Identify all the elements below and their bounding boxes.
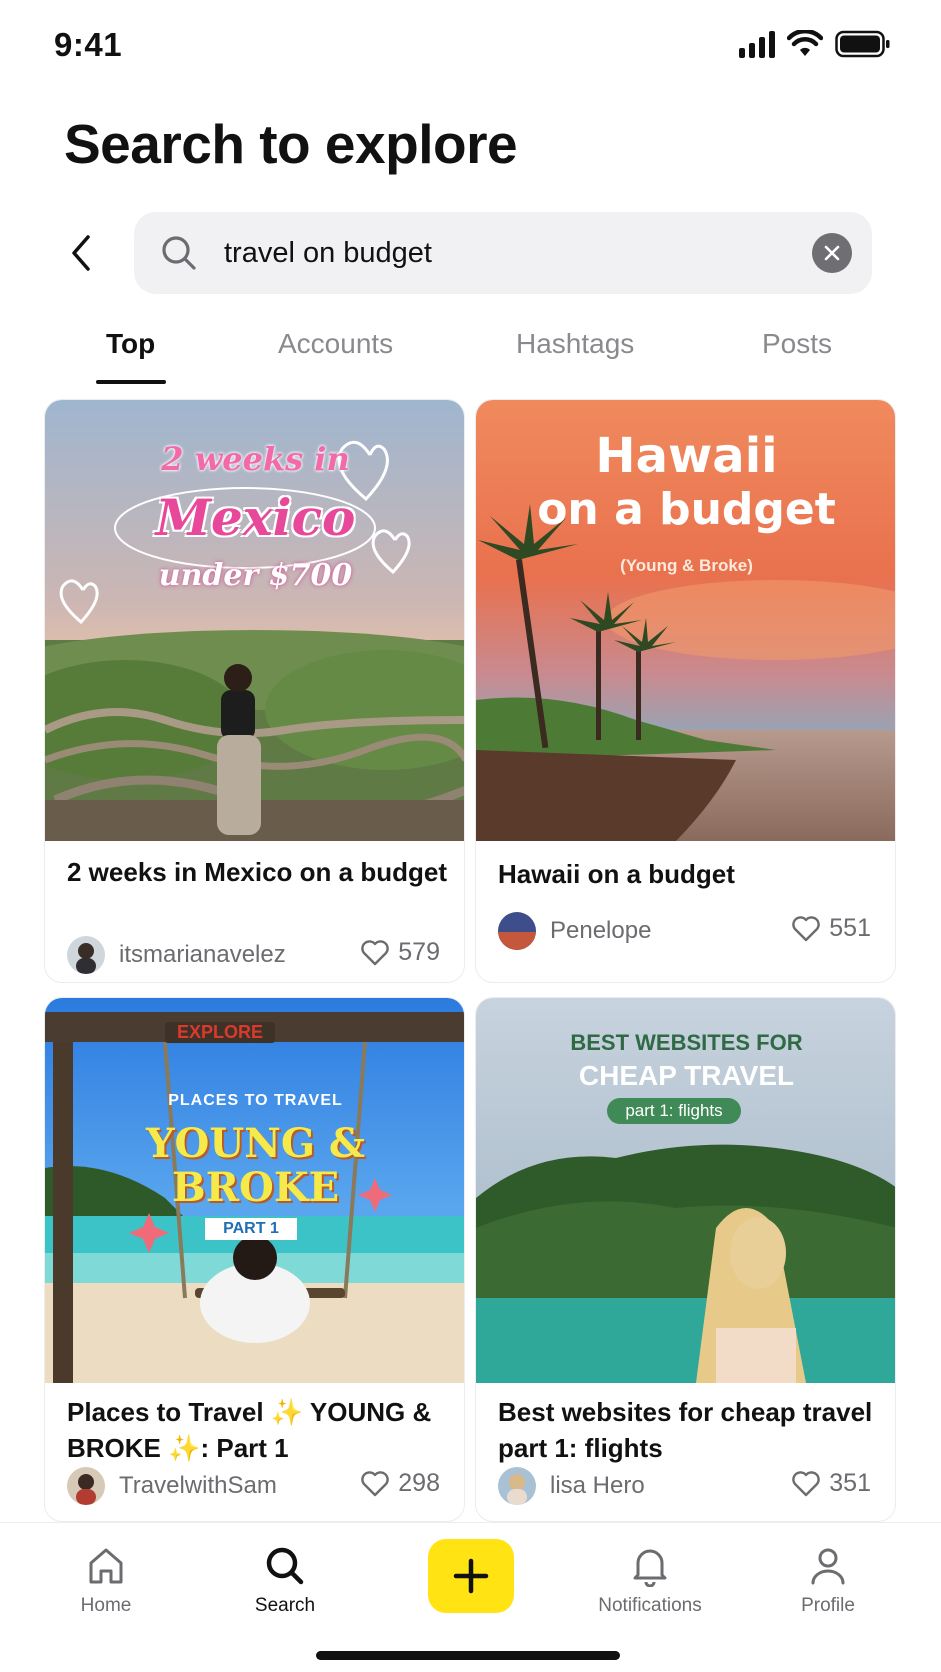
avatar <box>67 1467 105 1505</box>
thumbnail-badge: part 1: flights <box>607 1098 741 1124</box>
likes-count: 298 <box>398 1469 440 1497</box>
search-box[interactable] <box>134 212 872 294</box>
thumbnail-text: YOUNG & <box>145 1120 366 1167</box>
thumbnail-text: EXPLORE <box>165 1022 275 1043</box>
post-thumbnail: EXPLORE PLACES TO TRAVEL YOUNG & BROKE P… <box>45 998 464 1383</box>
post-title: Best websites for cheap travel part 1: f… <box>498 1397 873 1463</box>
clear-search-button[interactable] <box>812 233 852 273</box>
post-title: Hawaii on a budget <box>498 859 735 889</box>
author-name: itsmarianavelez <box>119 941 286 968</box>
nav-notifications[interactable]: Notifications <box>580 1545 720 1617</box>
thumbnail-text: (Young & Broke) <box>620 556 753 575</box>
search-icon <box>162 236 196 270</box>
likes-count: 579 <box>398 938 440 966</box>
nav-label: Notifications <box>598 1595 702 1616</box>
like-button[interactable]: 551 <box>791 914 871 943</box>
cellular-signal-icon <box>739 30 775 58</box>
post-author[interactable]: Penelope <box>498 912 651 950</box>
thumbnail-text: under $700 <box>158 558 353 593</box>
post-author[interactable]: itsmarianavelez <box>67 936 286 974</box>
author-name: lisa Hero <box>550 1472 645 1499</box>
home-indicator <box>316 1651 620 1660</box>
heart-icon <box>361 939 390 965</box>
wifi-icon <box>787 30 823 56</box>
heart-icon <box>792 915 821 941</box>
thumbnail-badge: PART 1 <box>205 1218 297 1240</box>
avatar <box>67 936 105 974</box>
page-title: Search to explore <box>64 113 518 175</box>
post-card[interactable]: BEST WEBSITES FOR CHEAP TRAVEL part 1: f… <box>475 997 896 1522</box>
person-icon <box>811 1548 845 1585</box>
tab-accounts[interactable]: Accounts <box>278 328 393 360</box>
post-card[interactable]: EXPLORE PLACES TO TRAVEL YOUNG & BROKE P… <box>44 997 465 1522</box>
post-author[interactable]: lisa Hero <box>498 1467 645 1505</box>
thumbnail-text: on a budget <box>537 484 836 535</box>
bell-icon <box>633 1549 667 1587</box>
author-name: Penelope <box>550 917 652 944</box>
post-thumbnail: 2 weeks in Mexico under $700 <box>45 400 464 841</box>
close-icon <box>824 245 840 261</box>
status-icons <box>739 30 891 58</box>
create-post-button[interactable] <box>428 1539 514 1613</box>
thumbnail-text: 2 weeks in <box>161 440 350 478</box>
chevron-left-icon <box>72 235 90 271</box>
avatar <box>498 912 536 950</box>
like-button[interactable]: 298 <box>360 1469 440 1498</box>
like-button[interactable]: 351 <box>791 1469 871 1498</box>
tab-top[interactable]: Top <box>106 328 155 360</box>
thumbnail-text: BEST WEBSITES FOR <box>570 1030 803 1055</box>
heart-icon <box>361 1470 390 1496</box>
heart-icon <box>792 1470 821 1496</box>
post-author[interactable]: TravelwithSam <box>67 1467 277 1505</box>
author-name: TravelwithSam <box>119 1472 277 1499</box>
post-thumbnail: Hawaii on a budget (Young & Broke) <box>476 400 895 841</box>
likes-count: 551 <box>829 914 871 942</box>
avatar <box>498 1467 536 1505</box>
thumbnail-text: PLACES TO TRAVEL <box>168 1092 343 1109</box>
thumbnail-text: CHEAP TRAVEL <box>578 1060 795 1091</box>
status-bar: 9:41 <box>0 0 941 95</box>
back-button[interactable] <box>56 228 106 278</box>
thumbnail-text: Mexico <box>155 488 356 547</box>
nav-label: Search <box>254 1595 316 1616</box>
thumbnail-text: Hawaii <box>595 428 778 484</box>
tab-posts[interactable]: Posts <box>762 328 832 360</box>
post-title: Places to Travel ✨ YOUNG & BROKE ✨: Part… <box>67 1397 432 1463</box>
post-card[interactable]: Hawaii on a budget (Young & Broke) Hawai… <box>475 399 896 983</box>
nav-home[interactable]: Home <box>36 1545 176 1617</box>
bottom-nav: Home Search Notifications Profile <box>0 1522 941 1672</box>
post-thumbnail: BEST WEBSITES FOR CHEAP TRAVEL part 1: f… <box>476 998 895 1383</box>
thumbnail-text: BROKE <box>171 1164 340 1211</box>
search-input[interactable] <box>224 228 784 278</box>
status-time: 9:41 <box>54 26 123 63</box>
search-icon <box>266 1547 304 1585</box>
active-tab-indicator <box>96 380 166 384</box>
like-button[interactable]: 579 <box>360 938 440 967</box>
post-card[interactable]: 2 weeks in Mexico under $700 2 weeks in … <box>44 399 465 983</box>
plus-icon <box>453 1558 489 1594</box>
search-tabs: Top Accounts Hashtags Posts <box>0 320 941 390</box>
battery-icon <box>835 30 890 58</box>
home-icon <box>89 1548 123 1584</box>
post-title: 2 weeks in Mexico on a budget <box>67 857 447 887</box>
likes-count: 351 <box>829 1469 871 1497</box>
nav-profile[interactable]: Profile <box>758 1545 898 1617</box>
nav-search[interactable]: Search <box>215 1545 355 1617</box>
nav-label: Home <box>80 1595 132 1616</box>
nav-label: Profile <box>801 1595 855 1616</box>
tab-hashtags[interactable]: Hashtags <box>516 328 634 360</box>
